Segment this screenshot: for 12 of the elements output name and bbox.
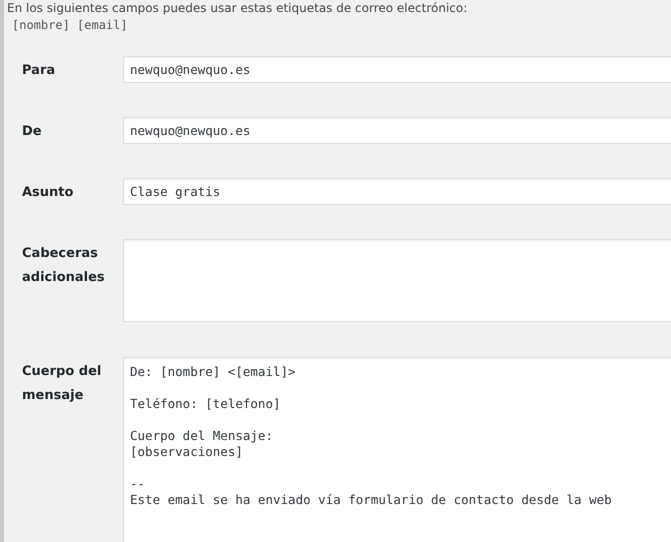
text-area[interactable] bbox=[123, 239, 671, 322]
field-label: Asunto bbox=[21, 184, 74, 202]
field-label: Cuerpo del mensaje bbox=[21, 363, 102, 405]
message-body-field[interactable]: De: [nombre] <[email]> Teléfono: [telefono] Cuerpo del Mensaje: [observaciones] -- Este email se ha enviado vía formulario de contacto desde la web bbox=[123, 357, 671, 542]
text-field[interactable]: newquo@newquo.es bbox=[123, 56, 671, 83]
intro-text: En los siguientes campos puedes usar estas etiquetas de correo electrónico: bbox=[6, 0, 468, 16]
field-label: De bbox=[21, 123, 43, 141]
field-label: Cabeceras adicionales bbox=[21, 245, 106, 287]
text-field[interactable]: Clase gratis bbox=[123, 178, 671, 205]
field-label: Para bbox=[21, 62, 56, 80]
text-field[interactable]: newquo@newquo.es bbox=[123, 117, 671, 144]
mail-tags: [nombre] [email] bbox=[4, 16, 671, 34]
